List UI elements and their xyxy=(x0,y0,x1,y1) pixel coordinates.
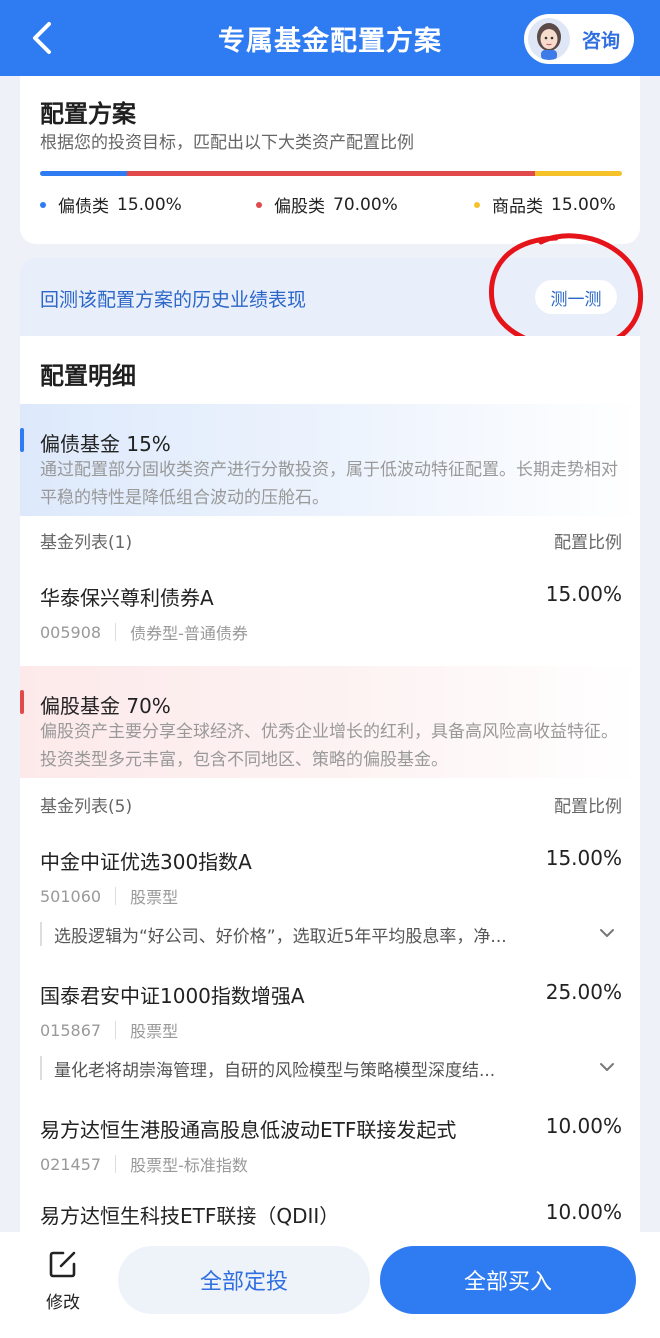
allocation-plan-card: 配置方案 根据您的投资目标，匹配出以下大类资产配置比例 偏债类 15.00% 偏… xyxy=(20,76,640,244)
group-title: 偏债基金 15% xyxy=(40,432,171,456)
fund-list-label: 基金列表(1) xyxy=(40,533,133,553)
fund-meta: 015867 股票型 xyxy=(40,1018,178,1042)
detail-title: 配置明细 xyxy=(40,362,136,390)
edit-label: 修改 xyxy=(46,1293,80,1313)
allocation-segment xyxy=(127,171,535,176)
legend-percent: 15.00% xyxy=(551,194,616,215)
legend-bond: 偏债类 15.00% xyxy=(40,192,182,217)
backtest-row[interactable]: 回测该配置方案的历史业绩表现 测一测 xyxy=(20,258,640,336)
fund-name: 易方达恒生港股通高股息低波动ETF联接发起式 xyxy=(40,1118,457,1142)
commodity-dot-icon xyxy=(474,201,480,208)
fund-list-label: 基金列表(5) xyxy=(40,797,133,817)
allocation-segment xyxy=(534,171,622,176)
fund-row[interactable]: 易方达恒生科技ETF联接（QDII） 10.00% xyxy=(40,1200,622,1230)
legend-equity: 偏股类 70.00% xyxy=(256,192,398,217)
fund-type: 债券型-普通债券 xyxy=(130,624,248,643)
bond-list-header: 基金列表(1) 配置比例 xyxy=(40,528,622,553)
bond-accent-bar xyxy=(20,428,24,452)
fund-logic-row[interactable]: 量化老将胡崇海管理，自研的风险模型与策略模型深度结... xyxy=(40,1050,622,1086)
invest-all-plan-button[interactable]: 全部定投 xyxy=(118,1246,370,1314)
fund-logic-row[interactable]: 选股逻辑为“好公司、好价格”，选取近5年平均股息率，净... xyxy=(40,916,622,952)
fund-meta: 021457 股票型-标准指数 xyxy=(40,1152,248,1176)
chevron-down-icon[interactable] xyxy=(598,924,616,942)
fund-row[interactable]: 华泰保兴尊利债券A 15.00% 005908 债券型-普通债券 xyxy=(40,582,622,644)
fund-ratio: 25.00% xyxy=(545,980,622,1004)
fund-code: 015867 xyxy=(40,1020,102,1040)
ratio-label: 配置比例 xyxy=(554,533,622,553)
chevron-down-icon[interactable] xyxy=(598,1058,616,1076)
back-arrow-icon xyxy=(33,22,51,54)
fund-logic-text: 量化老将胡崇海管理，自研的风险模型与策略模型深度结... xyxy=(54,1061,496,1081)
legend-label: 偏股类 xyxy=(274,197,325,217)
meta-divider xyxy=(115,887,117,905)
back-button[interactable] xyxy=(22,18,62,58)
consult-button[interactable]: 咨询 xyxy=(524,14,634,64)
legend-percent: 15.00% xyxy=(117,194,182,215)
backtest-text: 回测该配置方案的历史业绩表现 xyxy=(40,289,307,311)
meta-divider xyxy=(115,623,117,641)
fund-code: 005908 xyxy=(40,622,102,642)
meta-divider xyxy=(115,1021,117,1039)
group-description: 偏股资产主要分享全球经济、优秀企业增长的红利，具备高风险高收益特征。投资类型多元… xyxy=(40,722,618,770)
allocation-detail-card: 配置明细 偏债基金 15% 通过配置部分固收类资产进行分散投资，属于低波动特征配… xyxy=(20,336,640,1236)
plan-subtitle: 根据您的投资目标，匹配出以下大类资产配置比例 xyxy=(40,133,414,153)
bond-group-header: 偏债基金 15% 通过配置部分固收类资产进行分散投资，属于低波动特征配置。长期走… xyxy=(20,404,640,516)
allocation-bar xyxy=(40,171,622,176)
legend-label: 商品类 xyxy=(492,197,543,217)
equity-list-header: 基金列表(5) 配置比例 xyxy=(40,792,622,817)
equity-group-header: 偏股基金 70% 偏股资产主要分享全球经济、优秀企业增长的红利，具备高风险高收益… xyxy=(20,666,640,778)
top-nav-bar: 专属基金配置方案 咨询 xyxy=(0,0,660,76)
backtest-button[interactable]: 测一测 xyxy=(535,280,617,314)
logic-divider xyxy=(40,1056,42,1080)
ratio-label: 配置比例 xyxy=(554,797,622,817)
fund-type: 股票型 xyxy=(130,1022,179,1041)
logic-divider xyxy=(40,922,42,946)
fund-name: 华泰保兴尊利债券A xyxy=(40,586,214,610)
fund-row[interactable]: 中金中证优选300指数A 15.00% 501060 股票型 xyxy=(40,846,622,908)
fund-ratio: 10.00% xyxy=(545,1114,622,1138)
fund-meta: 005908 债券型-普通债券 xyxy=(40,620,248,644)
fund-name: 中金中证优选300指数A xyxy=(40,850,252,874)
equity-dot-icon xyxy=(256,201,262,208)
legend-percent: 70.00% xyxy=(333,194,398,215)
fund-ratio: 10.00% xyxy=(545,1200,622,1224)
legend-commodity: 商品类 15.00% xyxy=(474,192,616,217)
buy-all-button[interactable]: 全部买入 xyxy=(380,1246,636,1314)
page-title: 专属基金配置方案 xyxy=(218,25,442,57)
fund-logic-text: 选股逻辑为“好公司、好价格”，选取近5年平均股息率，净... xyxy=(54,927,507,947)
fund-row[interactable]: 国泰君安中证1000指数增强A 25.00% 015867 股票型 xyxy=(40,980,622,1042)
fund-type: 股票型-标准指数 xyxy=(130,1156,248,1175)
fund-code: 021457 xyxy=(40,1154,102,1174)
fund-meta: 501060 股票型 xyxy=(40,884,178,908)
fund-ratio: 15.00% xyxy=(545,846,622,870)
fund-code: 501060 xyxy=(40,886,102,906)
meta-divider xyxy=(115,1155,117,1173)
allocation-segment xyxy=(40,171,128,176)
fund-ratio: 15.00% xyxy=(545,582,622,606)
edit-icon xyxy=(49,1251,76,1278)
equity-accent-bar xyxy=(20,690,24,714)
fund-name: 国泰君安中证1000指数增强A xyxy=(40,984,305,1008)
group-title: 偏股基金 70% xyxy=(40,694,171,718)
legend-label: 偏债类 xyxy=(58,197,109,217)
bottom-action-bar: 修改 全部定投 全部买入 xyxy=(0,1232,660,1338)
bond-dot-icon xyxy=(40,201,46,208)
plan-title: 配置方案 xyxy=(40,100,136,128)
edit-button[interactable]: 修改 xyxy=(40,1248,86,1313)
fund-name: 易方达恒生科技ETF联接（QDII） xyxy=(40,1204,340,1228)
consult-label: 咨询 xyxy=(582,29,621,52)
group-description: 通过配置部分固收类资产进行分散投资，属于低波动特征配置。长期走势相对平稳的特性是… xyxy=(40,460,618,508)
fund-row[interactable]: 易方达恒生港股通高股息低波动ETF联接发起式 10.00% 021457 股票型… xyxy=(40,1114,622,1176)
advisor-avatar xyxy=(528,18,570,60)
fund-type: 股票型 xyxy=(130,888,179,907)
